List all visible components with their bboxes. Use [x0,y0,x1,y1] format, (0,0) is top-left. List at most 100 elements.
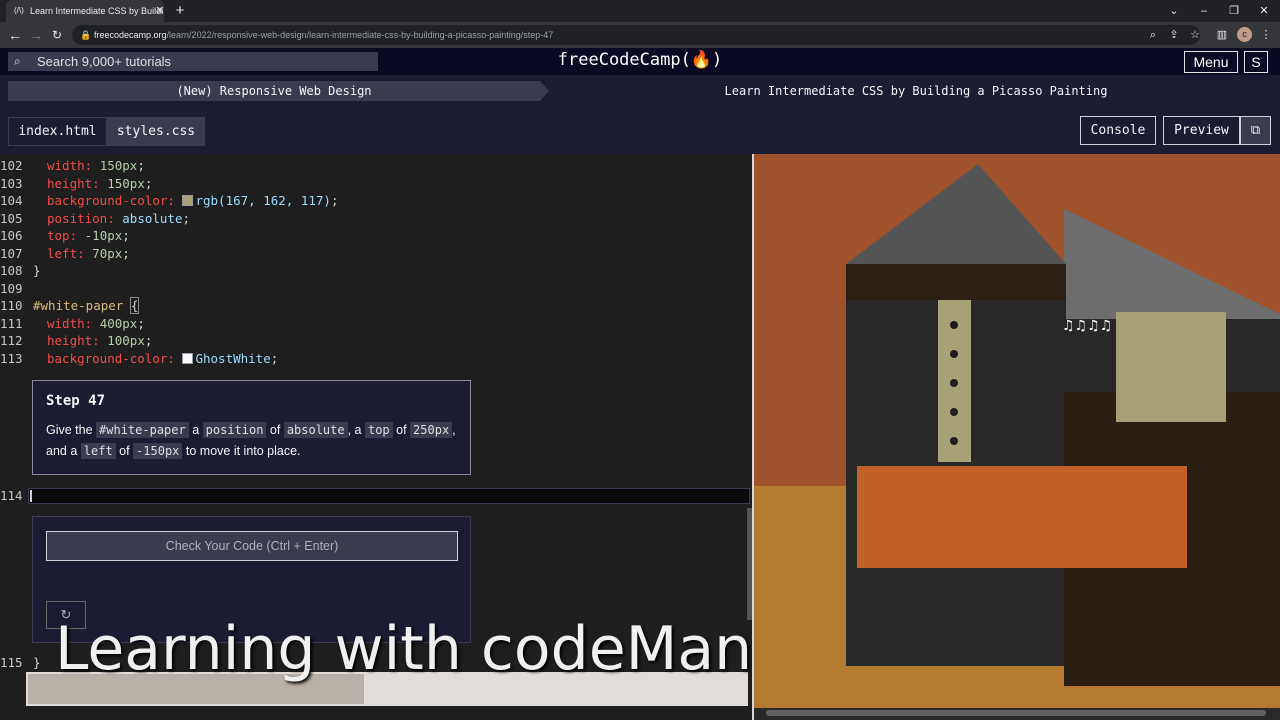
code-text: height: 100px; [47,333,153,348]
code-text: background-color: rgb(167, 162, 117); [47,193,339,208]
code-text: left: 70px; [47,245,130,261]
check-code-button[interactable]: Check Your Code (Ctrl + Enter) [46,531,458,561]
line-number: 106 [0,228,23,243]
share-icon[interactable]: ⇪ [1164,22,1184,48]
sign-in-button[interactable]: S [1244,51,1268,73]
inline-code: position [202,422,267,438]
fcc-logo[interactable]: freeCodeCamp(🔥) [540,48,740,75]
dress-button-dot [950,350,958,358]
orange-box [857,466,1187,568]
picasso-painting: ♫♫♫♫ [754,154,1280,720]
browser-tab[interactable]: (/\) Learn Intermediate CSS by Buildi ✕ [6,0,164,22]
inline-code: 250px [410,422,453,438]
line-number: 109 [0,280,23,296]
editor-toolbar: index.html styles.css Console Preview ⧉ [0,106,1280,154]
line-number: 108 [0,263,23,278]
tab-styles-css[interactable]: styles.css [107,117,205,146]
desc-text: Give the [46,423,97,437]
line-number: 113 [0,350,23,366]
desc-text: , a [347,423,365,437]
breadcrumb-block[interactable]: Learn Intermediate CSS by Building a Pic… [560,81,1272,101]
zoom-icon[interactable]: ⌕ [1143,22,1163,48]
code-text: height: 150px; [47,175,153,191]
guitar-body [1116,312,1226,422]
inline-code: -150px [133,443,183,459]
search-input[interactable]: ⌕ Search 9,000+ tutorials [8,52,378,71]
inline-code: #white-paper [96,422,189,438]
code-line: 105 position: absolute; [0,210,752,228]
code-line: 111 width: 400px; [0,315,752,333]
color-swatch[interactable] [182,195,194,206]
avatar[interactable]: c [1237,27,1252,42]
site-header: ⌕ Search 9,000+ tutorials freeCodeCamp(🔥… [0,48,1280,75]
dress-button-dot [950,379,958,387]
music-notes: ♫♫♫♫ [1062,318,1112,334]
code-text: position: absolute; [47,210,191,226]
breadcrumb-superblock[interactable]: (New) Responsive Web Design [8,81,540,101]
code-line: 106 top: -10px; [0,227,752,245]
line-number: 103 [0,175,23,191]
code-line: 112 height: 100px; [0,332,752,350]
editable-code-line[interactable] [28,488,750,504]
line-number: 115 [0,655,23,670]
code-text: width: 150px; [47,158,145,173]
tab-search-icon[interactable]: ⌄ [1164,0,1184,22]
code-text: background-color: GhostWhite; [47,350,279,366]
desc-text: of [266,423,284,437]
inline-code: absolute [283,422,348,438]
line-number: 102 [0,158,23,173]
code-text: } [33,263,41,278]
code-line: 110 #white-paper { [0,297,752,315]
black-hat-brim [846,264,1066,300]
restore-icon[interactable]: ❐ [1224,0,1244,22]
line-number: 104 [0,193,23,208]
kebab-menu-icon[interactable]: ⋮ [1256,22,1276,48]
search-icon: ⌕ [14,54,21,68]
video-watermark: Learning with codeManS [55,614,791,684]
line-number: 107 [0,245,23,261]
search-placeholder: Search 9,000+ tutorials [37,54,172,69]
breadcrumb-arrow-icon [540,81,549,101]
lock-icon: 🔒 [80,30,92,40]
code-text: top: -10px; [47,228,130,243]
tab-index-html[interactable]: index.html [8,117,107,146]
step-instructions: Step 47 Give the #white-paper a position… [32,380,471,475]
back-icon[interactable]: ← [6,22,24,48]
forward-icon[interactable]: → [27,22,45,48]
desc-text: to move it into place. [182,444,301,458]
line-number: 112 [0,333,23,348]
line-number: 110 [0,298,23,313]
url-field[interactable]: 🔒 freecodecamp.org/learn/2022/responsive… [72,25,1200,45]
url-host: freecodecamp.org [94,30,167,40]
url-path: /learn/2022/responsive-web-design/learn-… [166,30,554,40]
code-text: #white-paper { [33,297,140,314]
closing-brace: } [33,655,41,670]
popout-preview-icon[interactable]: ⧉ [1240,116,1271,145]
code-line: 108} [0,262,752,280]
desc-text: a [188,423,203,437]
fcc-favicon-icon: (/\) [14,6,24,15]
dress-button-dot [950,437,958,445]
browser-tab-bar: (/\) Learn Intermediate CSS by Buildi ✕ … [0,0,1280,22]
new-tab-icon[interactable]: + [172,0,188,22]
preview-scrollbar-thumb[interactable] [766,710,1266,716]
code-line: 113 background-color: GhostWhite; [0,350,752,368]
color-swatch[interactable] [182,352,194,364]
line-number: 111 [0,315,23,331]
preview-pane: ♫♫♫♫ [754,154,1280,720]
reload-icon[interactable]: ↻ [48,22,66,48]
code-line: 103 height: 150px; [0,175,752,193]
bookmark-star-icon[interactable]: ☆ [1185,22,1205,48]
inline-code: left [80,443,116,459]
line-number: 105 [0,210,23,226]
address-bar: ← → ↻ 🔒 freecodecamp.org/learn/2022/resp… [0,22,1280,48]
tab-title: Learn Intermediate CSS by Buildi [30,6,164,16]
code-line: 104 background-color: rgb(167, 162, 117); [0,192,752,210]
close-window-icon[interactable]: ✕ [1254,0,1274,22]
preview-button[interactable]: Preview [1163,116,1240,145]
close-tab-icon[interactable]: ✕ [154,0,164,22]
menu-button[interactable]: Menu [1184,51,1238,73]
console-button[interactable]: Console [1080,116,1156,145]
sidepanel-icon[interactable]: ▥ [1212,22,1232,48]
minimize-icon[interactable]: – [1194,0,1214,22]
